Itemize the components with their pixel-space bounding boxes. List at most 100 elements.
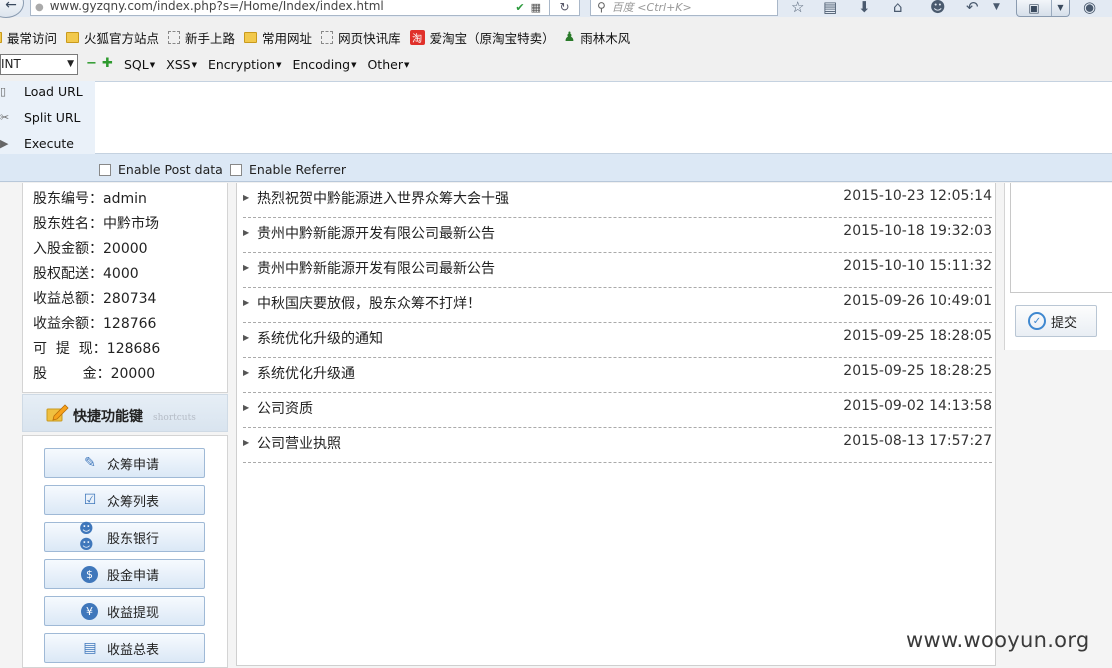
news-item[interactable]: ▶ 贵州中黔新能源开发有限公司最新公告 2015-10-18 19:32:03 bbox=[243, 218, 992, 253]
bullet-triangle-icon: ▶ bbox=[243, 403, 250, 412]
bookmark-web-slices[interactable]: 网页快讯库 bbox=[321, 28, 401, 47]
page-icon bbox=[321, 30, 334, 44]
qr-code-icon[interactable]: ▦ bbox=[531, 1, 541, 14]
news-item[interactable]: ▶ 系统优化升级通 2015-09-25 18:28:25 bbox=[243, 358, 992, 393]
bookmark-firefox-official[interactable]: 火狐官方站点 bbox=[66, 28, 159, 47]
capital-apply-button[interactable]: $ 股金申请 bbox=[44, 559, 205, 589]
load-url-label: Load URL bbox=[24, 84, 83, 99]
enable-post-checkbox[interactable]: Enable Post data bbox=[99, 162, 223, 177]
users-icon: ☻☻ bbox=[79, 521, 94, 553]
enable-referrer-checkbox[interactable]: Enable Referrer bbox=[230, 162, 346, 177]
news-title[interactable]: 公司资质 bbox=[257, 398, 313, 418]
bookmark-most-visited[interactable]: 最常访问 bbox=[0, 28, 57, 47]
load-url-icon: ▯ bbox=[0, 85, 7, 98]
news-item[interactable]: ▶ 热烈祝贺中黔能源进入世界众筹大会十强 2015-10-23 12:05:14 bbox=[243, 183, 992, 218]
hackbar-menu-bar: INT ▼ − ✚ SQL▼ XSS▼ Encryption▼ Encoding… bbox=[0, 53, 409, 75]
url-text[interactable]: www.gyzqny.com/index.php?s=/Home/Index/i… bbox=[50, 0, 510, 13]
chevron-down-icon[interactable]: ▼ bbox=[993, 2, 1000, 12]
minus-icon[interactable]: − bbox=[86, 57, 97, 70]
news-item[interactable]: ▶ 中秋国庆要放假，股东众筹不打烊！ 2015-09-26 10:49:01 bbox=[243, 288, 992, 323]
bookmark-yulin[interactable]: ♟ 雨林木风 bbox=[564, 28, 631, 47]
hackbar-url-textarea[interactable] bbox=[95, 81, 1112, 154]
news-date: 2015-09-26 10:49:01 bbox=[843, 293, 992, 309]
window-icon[interactable]: ▣ bbox=[1017, 0, 1051, 16]
bullet-triangle-icon: ▶ bbox=[243, 263, 250, 272]
bookmark-common-sites[interactable]: 常用网址 bbox=[244, 28, 312, 47]
reload-icon: ↻ bbox=[559, 0, 570, 14]
news-title[interactable]: 系统优化升级的通知 bbox=[257, 328, 383, 348]
crowdfunding-list-button[interactable]: ☑ 众筹列表 bbox=[44, 485, 205, 515]
split-url-label: Split URL bbox=[24, 110, 81, 125]
back-button[interactable]: ← bbox=[0, 0, 24, 18]
submit-button[interactable]: ✓ 提交 bbox=[1015, 305, 1097, 337]
download-icon[interactable]: ⬇ bbox=[858, 0, 871, 16]
news-item[interactable]: ▶ 公司营业执照 2015-08-13 17:57:27 bbox=[243, 428, 992, 463]
execute-label: Execute bbox=[24, 136, 74, 151]
left-panel: 股东编号：admin 股东姓名：中黔市场 入股金额：20000 股权配送：400… bbox=[22, 183, 228, 668]
income-balance: 收益余额：128766 bbox=[33, 316, 157, 332]
load-url-button[interactable]: ▯ Load URL bbox=[0, 84, 83, 99]
chevron-down-icon[interactable]: ▼ bbox=[1051, 0, 1069, 16]
plus-icon[interactable]: ✚ bbox=[102, 57, 113, 70]
news-title[interactable]: 热烈祝贺中黔能源进入世界众筹大会十强 bbox=[257, 188, 509, 208]
menu-xss[interactable]: XSS▼ bbox=[166, 57, 197, 72]
document-edit-icon: ✎ bbox=[84, 455, 96, 471]
url-bar[interactable]: ● www.gyzqny.com/index.php?s=/Home/Index… bbox=[30, 0, 580, 16]
shareholder-id: 股东编号：admin bbox=[33, 191, 147, 207]
message-textarea[interactable] bbox=[1010, 183, 1112, 293]
button-label: 收益总表 bbox=[107, 642, 160, 658]
crowdfunding-apply-button[interactable]: ✎ 众筹申请 bbox=[44, 448, 205, 478]
split-url-button[interactable]: ✂ Split URL bbox=[0, 110, 81, 125]
yen-icon: ¥ bbox=[81, 602, 98, 620]
play-icon: ▶ bbox=[0, 137, 9, 150]
share-capital: 股 金：20000 bbox=[33, 366, 156, 382]
enable-post-label: Enable Post data bbox=[118, 162, 223, 177]
news-title[interactable]: 贵州中黔新能源开发有限公司最新公告 bbox=[257, 258, 495, 278]
window-menu-button[interactable]: ▣ ▼ bbox=[1016, 0, 1070, 17]
income-summary-button[interactable]: ▤ 收益总表 bbox=[44, 633, 205, 663]
back-arrow-icon: ← bbox=[5, 0, 17, 13]
star-icon[interactable]: ☆ bbox=[791, 0, 804, 16]
bookmark-label: 新手上路 bbox=[185, 30, 236, 46]
news-item[interactable]: ▶ 贵州中黔新能源开发有限公司最新公告 2015-10-10 15:11:32 bbox=[243, 253, 992, 288]
news-title[interactable]: 贵州中黔新能源开发有限公司最新公告 bbox=[257, 223, 495, 243]
news-item[interactable]: ▶ 公司资质 2015-09-02 14:13:58 bbox=[243, 393, 992, 428]
news-date: 2015-09-02 14:13:58 bbox=[843, 398, 992, 414]
submit-label: 提交 bbox=[1051, 315, 1078, 331]
emoji-icon[interactable]: ☻ bbox=[930, 0, 946, 16]
news-title[interactable]: 中秋国庆要放假，股东众筹不打烊！ bbox=[257, 293, 481, 313]
execute-button[interactable]: ▶ Execute bbox=[0, 136, 74, 151]
news-title[interactable]: 公司营业执照 bbox=[257, 433, 341, 453]
scissors-icon: ✂ bbox=[0, 111, 10, 124]
bookmark-getting-started[interactable]: 新手上路 bbox=[168, 28, 235, 47]
chat-icon[interactable]: ◉ bbox=[1083, 0, 1096, 16]
shortcut-buttons: ✎ 众筹申请 ☑ 众筹列表 ☻☻ 股东银行 $ 股金申请 ¥ 收益提现 ▤ 收益… bbox=[22, 435, 228, 668]
bullet-triangle-icon: ▶ bbox=[243, 368, 250, 377]
reload-button[interactable]: ↻ bbox=[549, 0, 579, 16]
news-date: 2015-10-10 15:11:32 bbox=[843, 258, 992, 274]
menu-encryption[interactable]: Encryption▼ bbox=[208, 57, 282, 72]
news-date: 2015-10-18 19:32:03 bbox=[843, 223, 992, 239]
news-title[interactable]: 系统优化升级通 bbox=[257, 363, 355, 383]
menu-other[interactable]: Other▼ bbox=[367, 57, 409, 72]
search-placeholder: 百度 <Ctrl+K> bbox=[611, 1, 692, 14]
bullet-triangle-icon: ▶ bbox=[243, 298, 250, 307]
checkbox-box[interactable] bbox=[230, 163, 242, 176]
site-identity-icon[interactable]: ● bbox=[35, 2, 44, 13]
reading-list-icon[interactable]: ▤ bbox=[823, 0, 837, 16]
checkbox-box[interactable] bbox=[99, 163, 111, 176]
undo-icon[interactable]: ↶ bbox=[966, 0, 979, 16]
menu-sql[interactable]: SQL▼ bbox=[124, 57, 155, 72]
home-icon[interactable]: ⌂ bbox=[893, 0, 903, 16]
bullet-triangle-icon: ▶ bbox=[243, 333, 250, 342]
search-bar[interactable]: ⚲ 百度 <Ctrl+K> bbox=[590, 0, 778, 16]
int-select[interactable]: INT ▼ bbox=[0, 53, 78, 75]
menu-encoding[interactable]: Encoding▼ bbox=[292, 57, 356, 72]
bullet-triangle-icon: ▶ bbox=[243, 228, 250, 237]
bookmark-ai-taobao[interactable]: 淘 爱淘宝（原淘宝特卖） bbox=[409, 28, 555, 47]
shield-icon[interactable]: ✔ bbox=[515, 1, 524, 14]
income-withdraw-button[interactable]: ¥ 收益提现 bbox=[44, 596, 205, 626]
shareholder-bank-button[interactable]: ☻☻ 股东银行 bbox=[44, 521, 205, 553]
news-item[interactable]: ▶ 系统优化升级的通知 2015-09-25 18:28:05 bbox=[243, 323, 992, 358]
page-icon bbox=[168, 30, 181, 44]
